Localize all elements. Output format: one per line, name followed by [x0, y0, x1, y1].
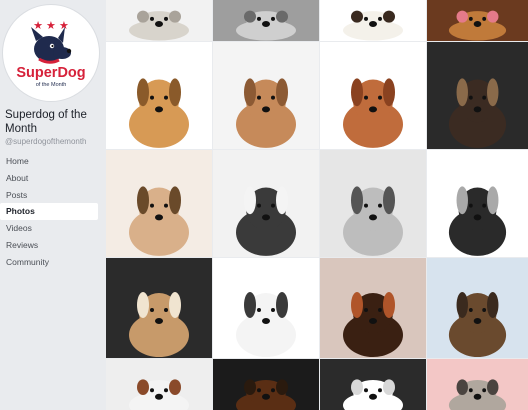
nav-item-home[interactable]: Home — [0, 153, 100, 170]
page-handle: @superdogofthemonth — [5, 137, 87, 146]
page-title[interactable]: Superdog of the Month — [5, 108, 101, 136]
photo-tile[interactable] — [427, 359, 528, 410]
photo-tile[interactable] — [106, 359, 212, 410]
page-avatar[interactable]: ★ ★ ★ SuperDog of the Month — [3, 5, 99, 101]
photo-tile[interactable] — [213, 258, 319, 358]
photo-tile[interactable] — [106, 150, 212, 257]
photo-tile[interactable] — [213, 150, 319, 257]
photo-tile[interactable] — [213, 42, 319, 149]
photo-tile[interactable] — [213, 359, 319, 410]
photo-tile[interactable] — [320, 150, 426, 257]
page-nav: Home About Posts Photos Videos Reviews Communi… — [0, 153, 100, 271]
nav-item-posts[interactable]: Posts — [0, 187, 100, 204]
photo-tile[interactable] — [427, 42, 528, 149]
nav-item-about[interactable]: About — [0, 170, 100, 187]
photo-tile[interactable] — [106, 0, 212, 41]
logo-brand: SuperDog — [16, 65, 85, 81]
superdog-logo: ★ ★ ★ SuperDog of the Month — [16, 20, 85, 88]
sidebar: ★ ★ ★ SuperDog of the Month Superdog of … — [0, 0, 104, 410]
logo-tagline: of the Month — [36, 82, 67, 88]
photo-tile[interactable] — [320, 359, 426, 410]
photo-tile[interactable] — [427, 258, 528, 358]
photo-tile[interactable] — [106, 42, 212, 149]
photo-tile[interactable] — [320, 42, 426, 149]
photo-tile[interactable] — [427, 150, 528, 257]
nav-item-photos[interactable]: Photos — [0, 203, 98, 221]
nav-item-videos[interactable]: Videos — [0, 220, 100, 237]
photo-tile[interactable] — [106, 258, 212, 358]
photo-tile[interactable] — [213, 0, 319, 41]
nav-item-community[interactable]: Community — [0, 254, 100, 271]
photo-grid — [106, 0, 528, 410]
nav-item-reviews[interactable]: Reviews — [0, 237, 100, 254]
photo-tile[interactable] — [427, 0, 528, 41]
dog-head-icon — [31, 27, 72, 64]
photo-tile[interactable] — [320, 0, 426, 41]
photo-tile[interactable] — [320, 258, 426, 358]
